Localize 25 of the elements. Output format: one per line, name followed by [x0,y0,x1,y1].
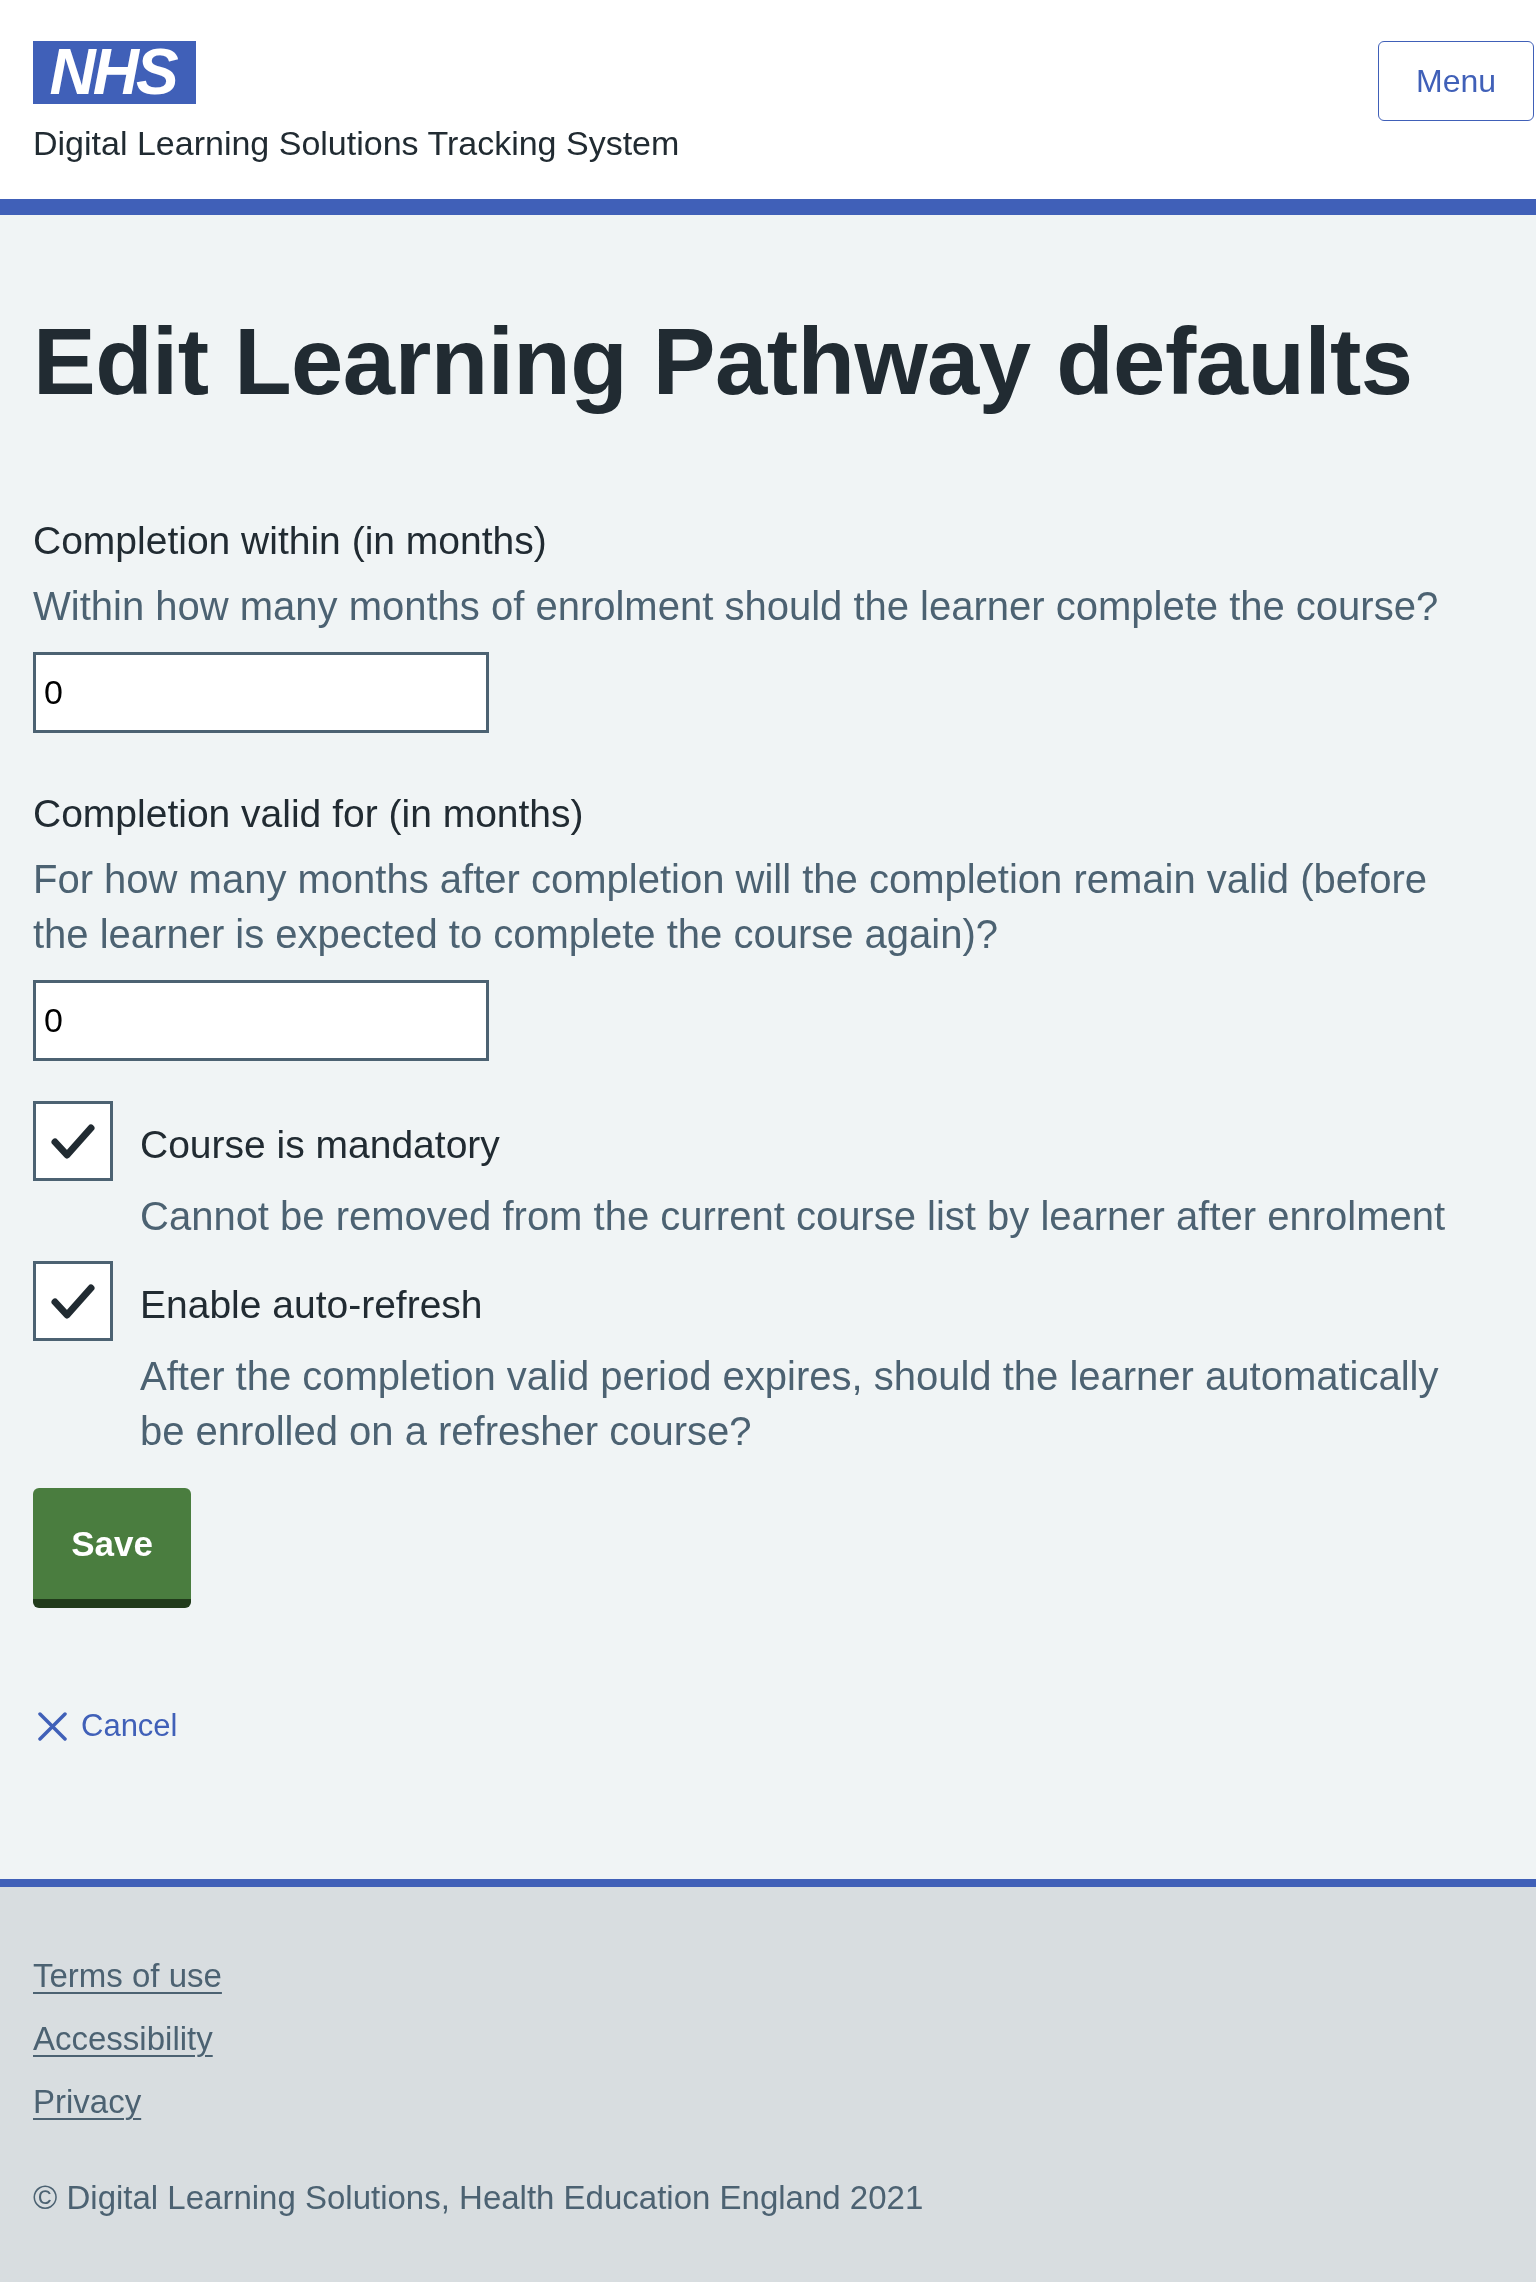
nhs-logo[interactable]: NHS [33,41,196,104]
service-name: Digital Learning Solutions Tracking System [33,123,680,163]
checkbox-label: Enable auto-refresh [140,1282,484,1328]
check-icon [51,1282,95,1320]
save-button[interactable]: Save [33,1488,191,1608]
text-input[interactable]: 0 [33,980,489,1061]
check-icon [51,1122,95,1160]
checkbox-hint: After the completion valid period expires, should the learner automatically be enrolled on a refresher course? [140,1353,1440,1455]
checkbox[interactable] [33,1101,113,1181]
footer-link[interactable]: Accessibility [33,2019,213,2059]
checkbox-label: Course is mandatory [140,1122,501,1168]
field-hint: Within how many months of enrolment should the learner complete the course? [33,583,1440,630]
field-label: Completion valid for (in months) [33,791,585,837]
footer-link[interactable]: Privacy [33,2082,142,2122]
close-icon [38,1711,67,1741]
text-input[interactable]: 0 [33,652,489,733]
field-label: Completion within (in months) [33,518,548,564]
checkbox-hint: Cannot be removed from the current course list by learner after enrolment [140,1193,1446,1240]
footer-link[interactable]: Terms of use [33,1956,222,1996]
checkbox[interactable] [33,1261,113,1341]
page-title: Edit Learning Pathway defaults [33,310,1414,414]
field-hint: For how many months after completion will the completion remain valid (before the learner is expected to complete the course again)? [33,856,1428,958]
cancel-link[interactable]: Cancel [33,1706,178,1746]
copyright-text: © Digital Learning Solutions, Health Education England 2021 [33,2178,925,2218]
menu-button[interactable]: Menu [1378,41,1534,121]
